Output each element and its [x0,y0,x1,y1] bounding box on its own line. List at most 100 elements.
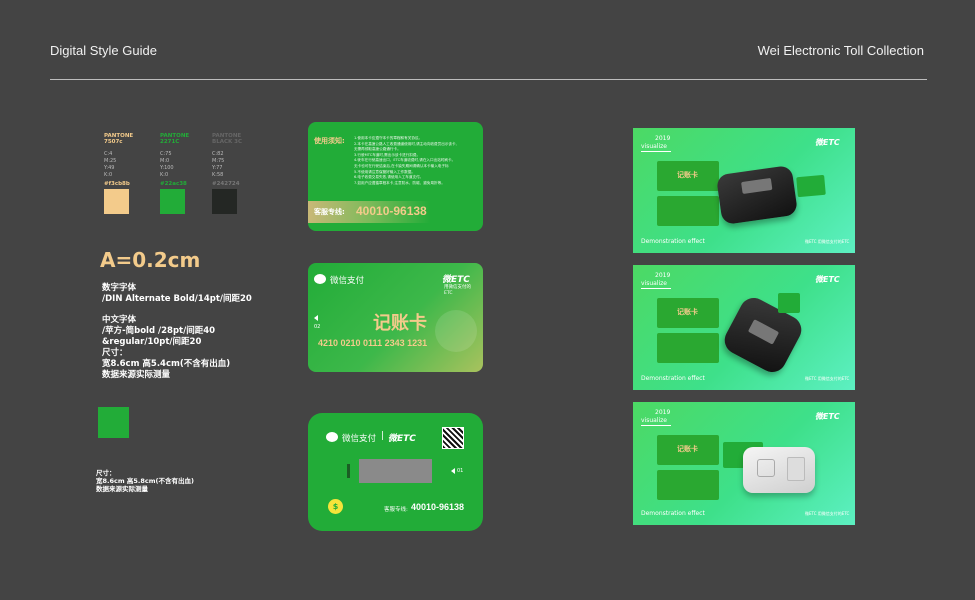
display-window [359,459,432,483]
device-screen [747,319,780,345]
preview-logo: 微ETC [815,138,840,147]
swatch-color-box [160,189,185,214]
preview-panel-3: 2019 visualize 微ETC 记账卡 Demonstration ef… [633,402,855,525]
etc-device-image [743,447,815,493]
spec-line: 尺寸： [96,469,116,477]
typography-spec: 数字字体 /DIN Alternate Bold/14pt/间距20 中文字体 … [102,283,252,381]
inserted-card-image [796,174,826,198]
hotline-number: 40010-96138 [411,502,465,512]
inserted-card-image [778,293,800,313]
slot-arrow-icon [451,468,455,474]
slot-number: 01 [457,468,464,474]
spec-line: /DIN Alternate Bold/14pt/间距20 [102,294,252,304]
wechat-icon [314,274,326,284]
card-device-front: 微信支付 | 微ETC 01 $ 客服专线: 40010-96138 [308,413,483,531]
swatch-cmyk-y: Y:49 [104,165,115,171]
swatch-cmyk-k: K:0 [104,172,113,178]
wechat-pay-label: 微信支付 [342,434,377,444]
mini-card-front: 记账卡 [657,435,719,465]
spec-line: 数据来源实际测量 [102,370,171,380]
swatch-2: PANTONE 2271C C:75 M:0 Y:100 K:0 #22ac38 [160,133,189,214]
spec-line: 尺寸： [102,348,128,358]
green-sample-box [98,407,129,438]
card-title: 记账卡 [373,313,427,334]
watermark-check-icon [435,310,477,352]
notice-item: 7.如用户应遵循章程本卡,注意防水、防磁、避免弯折等。 [354,180,445,185]
preview-caption: Demonstration effect [641,510,705,517]
preview-year: 2019 [655,272,671,279]
spec-line: 中文字体 [102,315,137,325]
preview-logo: 微ETC [815,275,840,284]
preview-year: 2019 [655,135,671,142]
qr-code-icon [442,427,464,449]
swatch-cmyk-m: M:0 [160,158,170,164]
preview-panel-1: 2019 visualize 微ETC 记账卡 Demonstration ef… [633,128,855,253]
swatch-hex: #22ac38 [160,181,187,187]
mini-card-title: 记账卡 [677,445,698,453]
mini-card-title: 记账卡 [677,308,698,316]
etc-device-image [715,164,799,226]
header-divider [50,79,927,80]
swatch-cmyk-m: M:25 [104,158,117,164]
mini-card-back [657,470,719,500]
swatch-cmyk-c: C:75 [160,151,172,157]
corner-radius-spec: A=0.2cm [100,248,201,272]
card-back-notice: 使用须知: 1.使用本卡应遵守本卡的章程和有关协议。 2.本卡在高速公路人工收费… [308,122,483,231]
chip-number: 02 [314,324,321,330]
swatch-1: PANTONE 7507c C:4 M:25 Y:49 K:0 #f3cb8b [104,133,133,214]
preview-word: visualize [641,143,667,150]
preview-footer: 微ETC 用微信支付的ETC [805,239,850,244]
wechat-pay-label: 微信支付 [330,276,365,286]
mini-card-back [657,333,719,363]
mini-card-front: 记账卡 [657,161,719,191]
swatch-cmyk-y: Y:77 [212,165,223,171]
size-spec: 尺寸： 宽8.6cm 高5.8cm(不含有出血) 数据来源实际测量 [96,469,194,493]
preview-caption: Demonstration effect [641,375,705,382]
device-button [757,459,775,477]
swatch-cmyk-k: K:0 [160,172,169,178]
swatch-hex: #242724 [212,181,240,187]
mini-card-title: 记账卡 [677,171,698,179]
preview-underline [641,288,671,289]
preview-year: 2019 [655,409,671,416]
chip-arrow-icon [314,315,318,321]
spec-line: 数据来源实际测量 [96,485,148,493]
swatch-cmyk-y: Y:100 [160,165,174,171]
swatch-color-box [212,189,237,214]
card-number: 4210 0210 0111 2343 1231 [318,338,428,348]
preview-footer: 微ETC 用微信支付的ETC [805,376,850,381]
hotline-label: 客服专线: [384,507,408,513]
divider-bar: | [381,431,385,441]
spec-line: /苹方-简bold /28pt/间距40 [102,326,216,336]
etc-logo-sub: 用微信支付的 [444,285,471,290]
indicator-slot [347,464,350,478]
mini-card-front: 记账卡 [657,298,719,328]
swatch-code: BLACK 3C [212,139,243,145]
swatch-color-box [104,189,129,214]
spec-line: 数字字体 [102,283,137,293]
hotline-number: 40010-96138 [356,204,427,218]
hotline-label: 客服专线: [314,208,345,216]
spec-line: 宽8.6cm 高5.4cm(不含有出血) [102,359,231,369]
swatch-cmyk-c: C:4 [104,151,113,157]
preview-caption: Demonstration effect [641,238,705,245]
swatch-cmyk-m: M:75 [212,158,225,164]
preview-footer: 微ETC 用微信支付的ETC [805,511,850,516]
device-screen [741,177,773,194]
guide-title: Digital Style Guide [50,43,157,58]
card-front: 微信支付 微ETC 用微信支付的 ETC 02 记账卡 4210 0210 01… [308,263,483,372]
spec-line: 宽8.6cm 高5.8cm(不含有出血) [96,477,194,485]
notice-title: 使用须知: [314,137,345,145]
mini-card-back [657,196,719,226]
preview-logo: 微ETC [815,412,840,421]
preview-underline [641,151,671,152]
etc-logo: 微ETC [388,434,416,444]
coin-icon: $ [328,499,343,514]
notice-list: 1.使用本卡应遵守本卡的章程和有关协议。 2.本卡在高速公路人工收费通道使用时,… [354,136,480,186]
preview-underline [641,425,671,426]
wechat-icon [326,432,338,442]
swatch-cmyk-k: K:58 [212,172,224,178]
swatch-hex: #f3cb8b [104,181,130,187]
device-screen [787,457,805,481]
swatch-3: PANTONE BLACK 3C C:82 M:75 Y:77 K:58 #24… [212,133,242,214]
